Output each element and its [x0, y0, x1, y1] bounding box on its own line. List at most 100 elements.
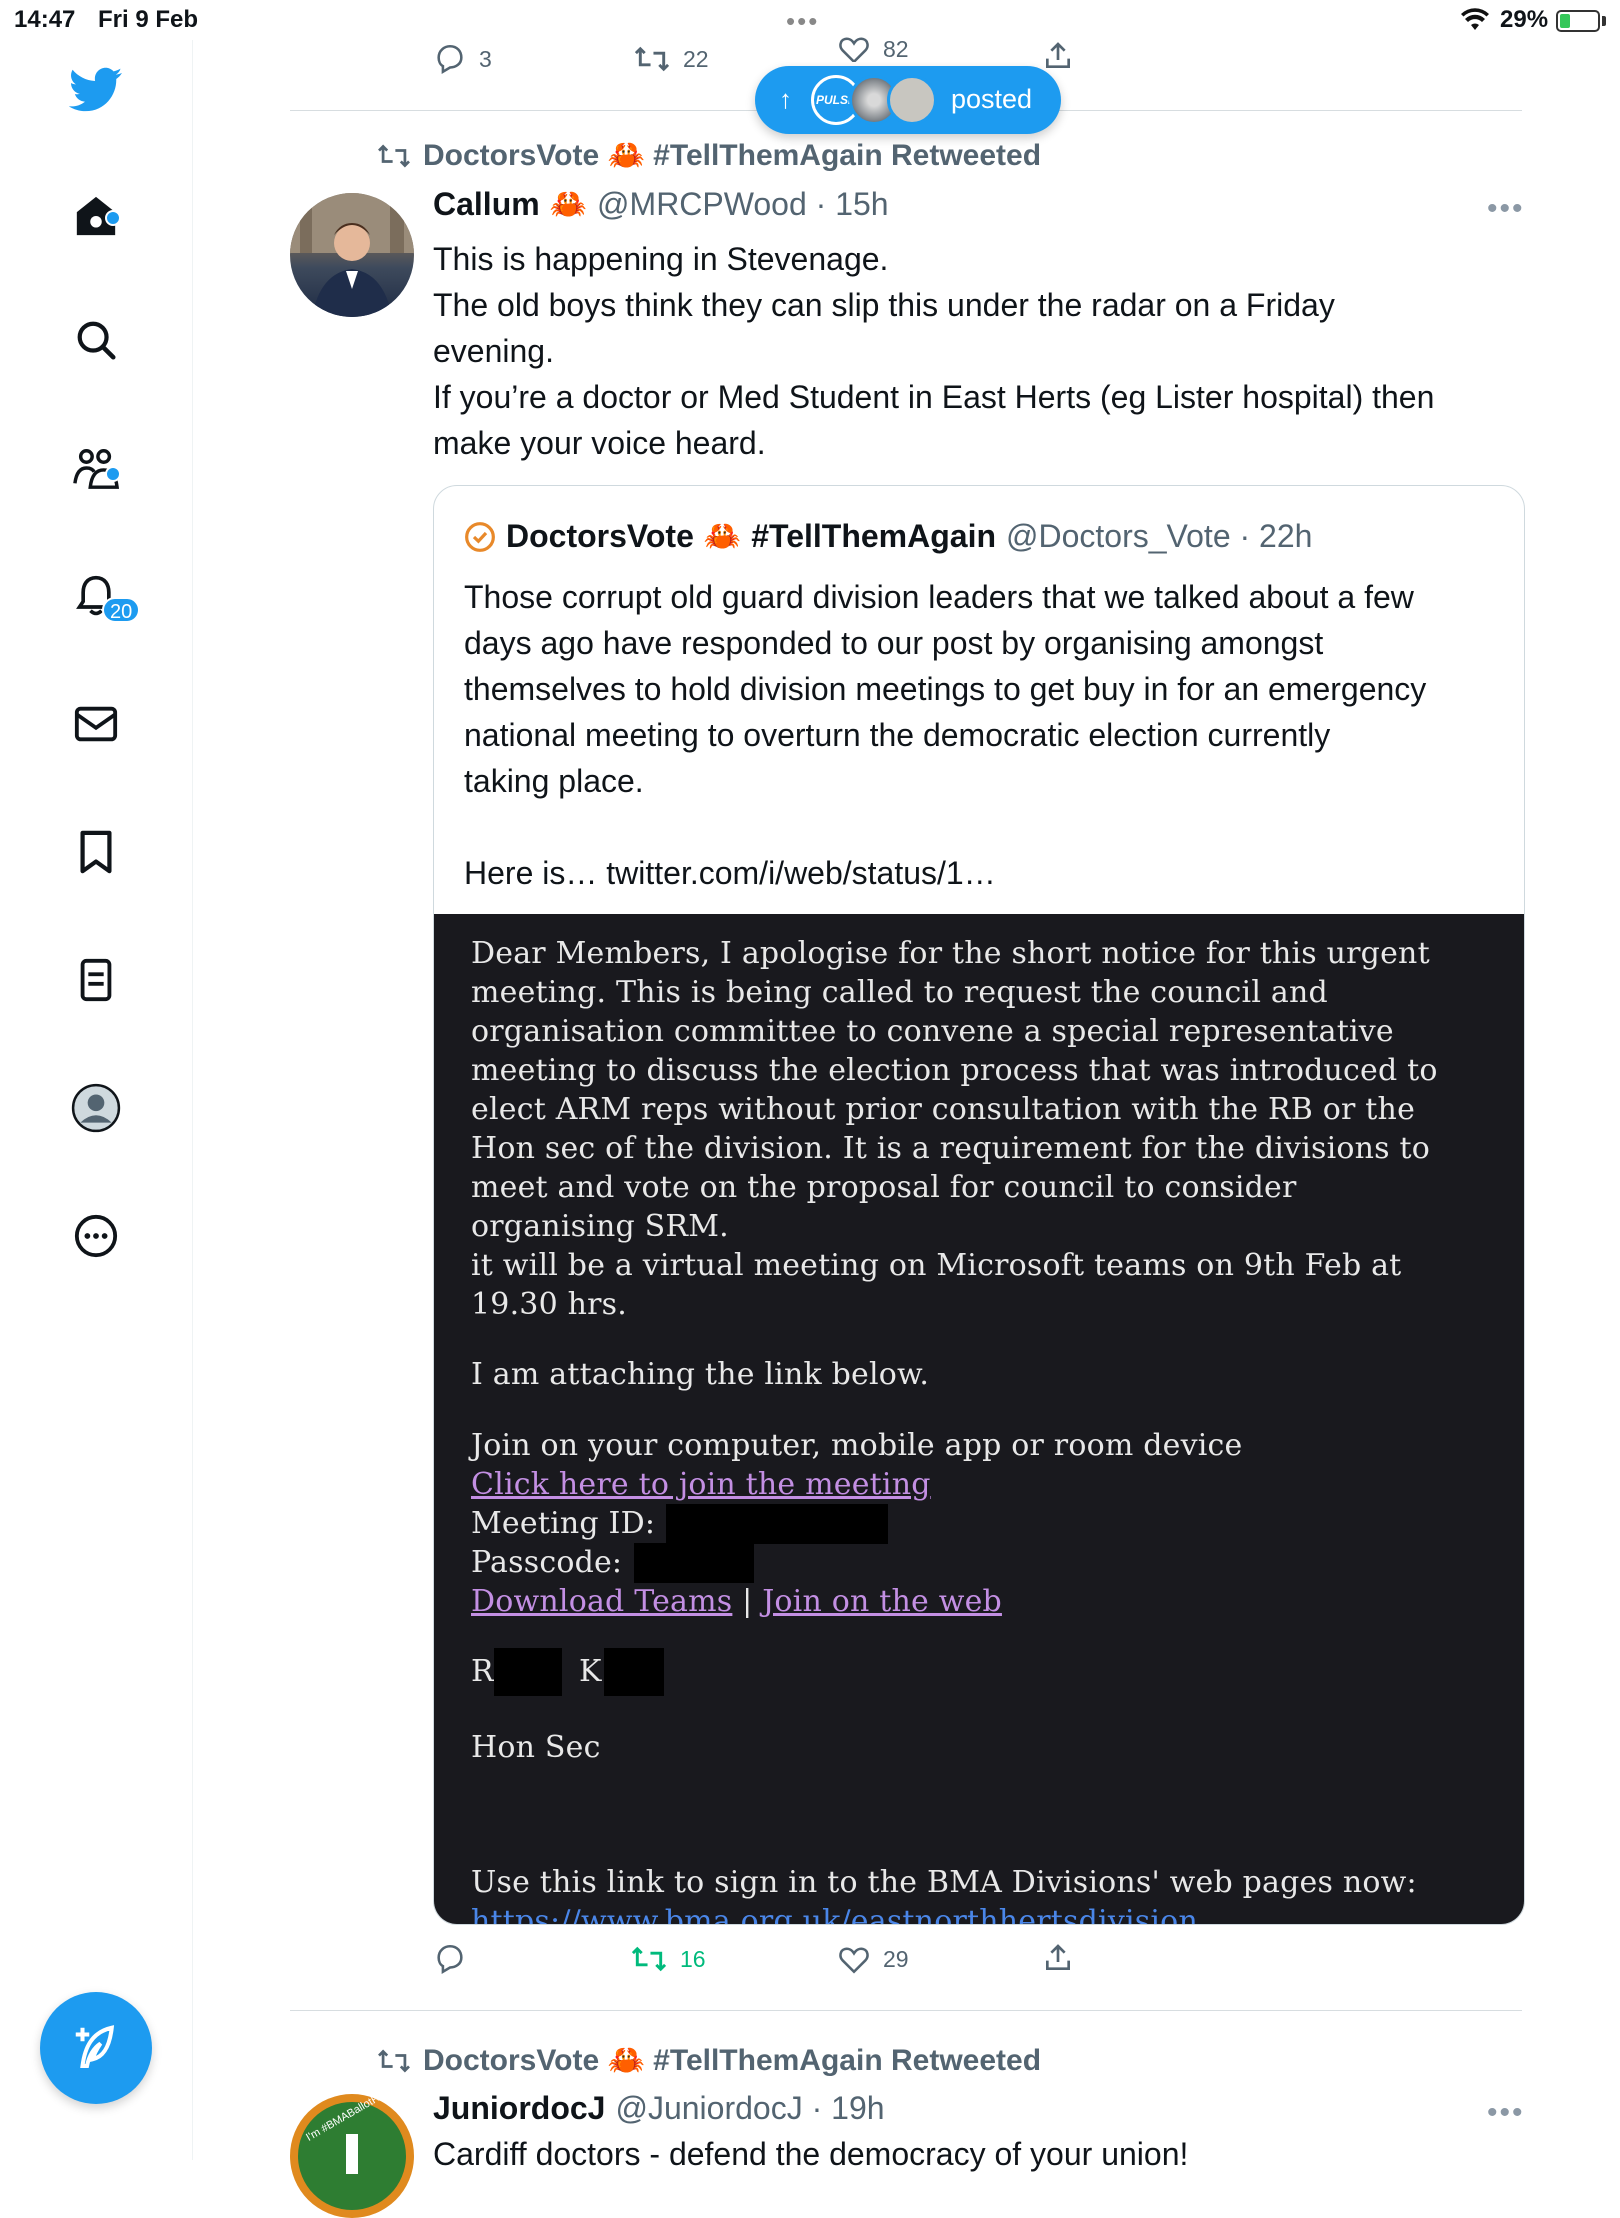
heart-icon: [839, 37, 869, 62]
image-teams-links: Download Teams | Join on the web: [471, 1584, 1002, 1619]
crab-icon: 🦀: [549, 188, 588, 221]
communities-new-dot: [105, 466, 121, 482]
tweet-line: make your voice heard.: [433, 425, 766, 461]
image-bma-url: https://www.bma.org.uk/eastnorthhertsdiv…: [471, 1904, 1198, 1924]
image-attach-line: I am attaching the link below.: [471, 1357, 930, 1392]
twitter-logo-icon[interactable]: [68, 62, 124, 118]
author-handle-time[interactable]: @JuniordocJ · 19h: [615, 2090, 884, 2127]
profile-icon[interactable]: [68, 1080, 124, 1136]
author-handle-time[interactable]: @MRCPWood · 15h: [597, 186, 889, 223]
image-join-meeting-link: Click here to join the meeting: [471, 1467, 931, 1502]
clock: 14:47: [14, 6, 76, 33]
new-posts-pill[interactable]: ↑ PULSE posted: [755, 66, 1061, 134]
sidebar-nav: 20: [0, 40, 193, 2160]
image-text-line: elect ARM reps without prior consultatio…: [471, 1092, 1416, 1127]
quote-image[interactable]: Dear Members, I apologise for the short …: [434, 914, 1524, 1924]
image-passcode: Passcode:: [471, 1545, 623, 1580]
image-join-line: Join on your computer, mobile app or roo…: [471, 1428, 1243, 1463]
quote-text: Those corrupt old guard division leaders…: [464, 574, 1504, 896]
date: Fri 9 Feb: [98, 6, 199, 33]
image-join-web-link: Join on the web: [762, 1584, 1002, 1619]
retweet-context-text: DoctorsVote 🦀 #TellThemAgain Retweeted: [423, 139, 1042, 172]
redaction-box: [604, 1648, 664, 1696]
reply-icon: [437, 1944, 463, 1975]
battery-cap: [1602, 16, 1606, 26]
image-text-line: meet and vote on the proposal for counci…: [471, 1170, 1297, 1205]
heart-icon: [839, 1947, 869, 1974]
pill-label: posted: [951, 84, 1033, 114]
quote-line: Here is… twitter.com/i/web/status/1…: [464, 855, 996, 891]
image-text-line: Hon sec of the division. It is a require…: [471, 1131, 1431, 1166]
share-icon: [1046, 42, 1070, 68]
mail-icon[interactable]: [68, 696, 124, 752]
multitasking-dots-icon[interactable]: •••: [786, 6, 819, 37]
image-text-line: it will be a virtual meeting on Microsof…: [471, 1248, 1402, 1283]
arrow-up-icon: ↑: [779, 84, 792, 114]
like-button[interactable]: 29: [837, 1942, 909, 1976]
redaction-box: [666, 1504, 888, 1544]
image-text-line: organisation committee to convene a spec…: [471, 1014, 1394, 1049]
lists-icon[interactable]: [68, 952, 124, 1008]
crab-icon: 🦀: [703, 520, 742, 553]
like-count: 29: [883, 1945, 909, 1972]
tweet-line: This is happening in Stevenage.: [433, 241, 889, 277]
more-options-icon[interactable]: •••: [1487, 192, 1525, 226]
quote-line: [464, 804, 1504, 850]
image-text-line: organising SRM.: [471, 1209, 729, 1244]
quote-author-name: DoctorsVote: [506, 518, 694, 554]
prev-like-button[interactable]: 82: [837, 36, 909, 62]
home-new-dot: [105, 210, 121, 226]
redaction-box: [494, 1648, 562, 1696]
image-separator: |: [742, 1584, 753, 1619]
share-button[interactable]: [1042, 1942, 1074, 1974]
image-meeting-id: Meeting ID:: [471, 1506, 656, 1541]
tweet-divider: [290, 2010, 1522, 2011]
image-text-line: meeting to discuss the election process …: [471, 1053, 1438, 1088]
prev-reply-button[interactable]: 3: [433, 42, 492, 76]
quoted-tweet[interactable]: DoctorsVote 🦀 #TellThemAgain @Doctors_Vo…: [433, 485, 1525, 1925]
retweet-icon: [631, 1946, 667, 1972]
retweet-button[interactable]: 16: [630, 1942, 706, 1976]
juniordocj-avatar[interactable]: I'm #BMABallotReady: [290, 2094, 414, 2218]
author-name[interactable]: JuniordocJ: [433, 2090, 605, 2127]
image-text-line: meeting. This is being called to request…: [471, 975, 1328, 1010]
status-bar: 14:47 Fri 9 Feb ••• 29%: [0, 0, 1620, 40]
retweet-context[interactable]: DoctorsVote 🦀 #TellThemAgain Retweeted: [375, 2043, 1041, 2078]
quote-author-hashtag: #TellThemAgain: [751, 518, 997, 554]
search-icon[interactable]: [68, 312, 124, 368]
image-signature-r: R: [471, 1654, 494, 1689]
retweet-icon: [378, 144, 410, 167]
pill-avatar-3: [887, 75, 937, 125]
callum-avatar[interactable]: [290, 193, 414, 317]
prev-like-count: 82: [883, 36, 909, 62]
quote-line: days ago have responded to our post by o…: [464, 625, 1324, 661]
tweet1-text: This is happening in Stevenage. The old …: [433, 236, 1523, 466]
share-icon: [1046, 1944, 1070, 1970]
image-bma-line: Use this link to sign in to the BMA Divi…: [471, 1865, 1417, 1900]
tweet-line: If you’re a doctor or Med Student in Eas…: [433, 379, 1435, 415]
more-circle-icon[interactable]: [68, 1208, 124, 1264]
bookmark-icon[interactable]: [68, 824, 124, 880]
retweet-context-text: DoctorsVote 🦀 #TellThemAgain Retweeted: [423, 2044, 1042, 2077]
verified-icon: [465, 521, 495, 552]
quote-header: DoctorsVote 🦀 #TellThemAgain @Doctors_Vo…: [464, 518, 1312, 555]
tweet-line: The old boys think they can slip this un…: [433, 287, 1335, 323]
reply-button[interactable]: [433, 1942, 467, 1976]
quote-line: Those corrupt old guard division leaders…: [464, 579, 1414, 615]
tweet2-header: JuniordocJ @JuniordocJ · 19h: [433, 2090, 885, 2127]
image-signature-k: K: [579, 1654, 602, 1689]
retweet-context[interactable]: DoctorsVote 🦀 #TellThemAgain Retweeted: [375, 138, 1041, 173]
image-text-line: 19.30 hrs.: [471, 1287, 628, 1322]
compose-button[interactable]: [40, 1992, 152, 2104]
retweet-count: 16: [680, 1945, 706, 1972]
reply-icon: [437, 44, 463, 75]
more-options-icon[interactable]: •••: [1487, 2096, 1525, 2130]
prev-retweet-count: 22: [683, 45, 709, 72]
prev-share-button[interactable]: [1042, 40, 1074, 72]
tweet2-text: Cardiff doctors - defend the democracy o…: [433, 2136, 1189, 2172]
battery-icon: [1556, 10, 1600, 32]
wifi-icon: [1461, 8, 1489, 30]
author-name[interactable]: Callum: [433, 186, 540, 223]
prev-retweet-button[interactable]: 22: [633, 42, 709, 76]
compose-icon: [75, 2025, 115, 2069]
